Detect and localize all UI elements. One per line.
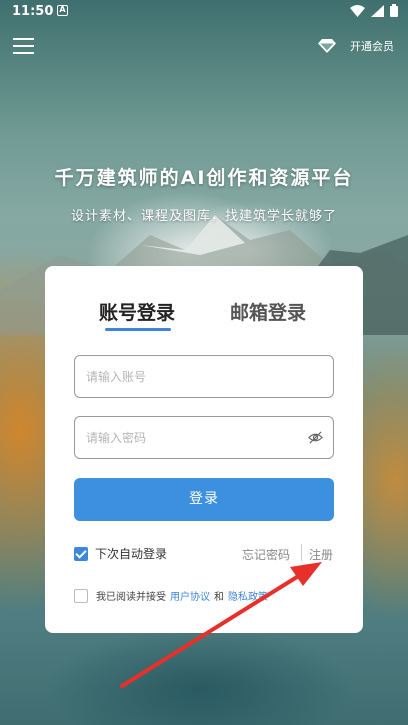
hero-title: 千万建筑师的AI创作和资源平台	[54, 167, 354, 189]
status-bar: 11:50 A	[0, 0, 408, 22]
agreement-checkbox[interactable]	[74, 588, 88, 603]
eye-off-icon[interactable]	[308, 430, 323, 445]
password-input[interactable]	[75, 417, 285, 458]
tab-email-login[interactable]: 邮箱登录	[230, 298, 306, 325]
diamond-icon	[318, 39, 336, 53]
account-field-box	[74, 355, 334, 398]
forgot-password-link[interactable]: 忘记密码	[242, 546, 290, 563]
active-tab-indicator	[105, 328, 171, 331]
privacy-policy-link[interactable]: 隐私政策	[228, 588, 268, 603]
vip-button[interactable]: 开通会员	[318, 38, 394, 54]
remember-label: 下次自动登录	[95, 547, 168, 561]
battery-icon	[390, 4, 398, 17]
login-card: 账号登录 邮箱登录 登录 下次自动登录 忘记密码 注册 我已阅读并接受 用户协议…	[45, 266, 363, 633]
account-input[interactable]	[75, 356, 285, 397]
vip-label: 开通会员	[350, 40, 394, 53]
remember-me[interactable]: 下次自动登录	[74, 545, 167, 562]
register-link[interactable]: 注册	[309, 546, 333, 563]
link-divider	[301, 544, 302, 561]
tab-account-login[interactable]: 账号登录	[99, 298, 175, 325]
notification-icon: A	[57, 5, 68, 16]
remember-checkbox[interactable]	[74, 546, 88, 561]
login-button[interactable]: 登录	[74, 478, 334, 521]
hero-subtitle: 设计素材、课程及图库，找建筑学长就够了	[70, 209, 337, 224]
agreement-prefix: 我已阅读并接受	[96, 592, 166, 603]
agreement-row: 我已阅读并接受 用户协议 和 隐私政策	[74, 588, 272, 603]
status-time: 11:50	[12, 4, 54, 19]
signal-icon	[371, 4, 384, 17]
wifi-icon	[350, 4, 365, 17]
agreement-and: 和	[214, 592, 224, 603]
user-agreement-link[interactable]: 用户协议	[170, 588, 210, 603]
password-field-box	[74, 416, 334, 459]
menu-icon[interactable]	[13, 38, 34, 55]
